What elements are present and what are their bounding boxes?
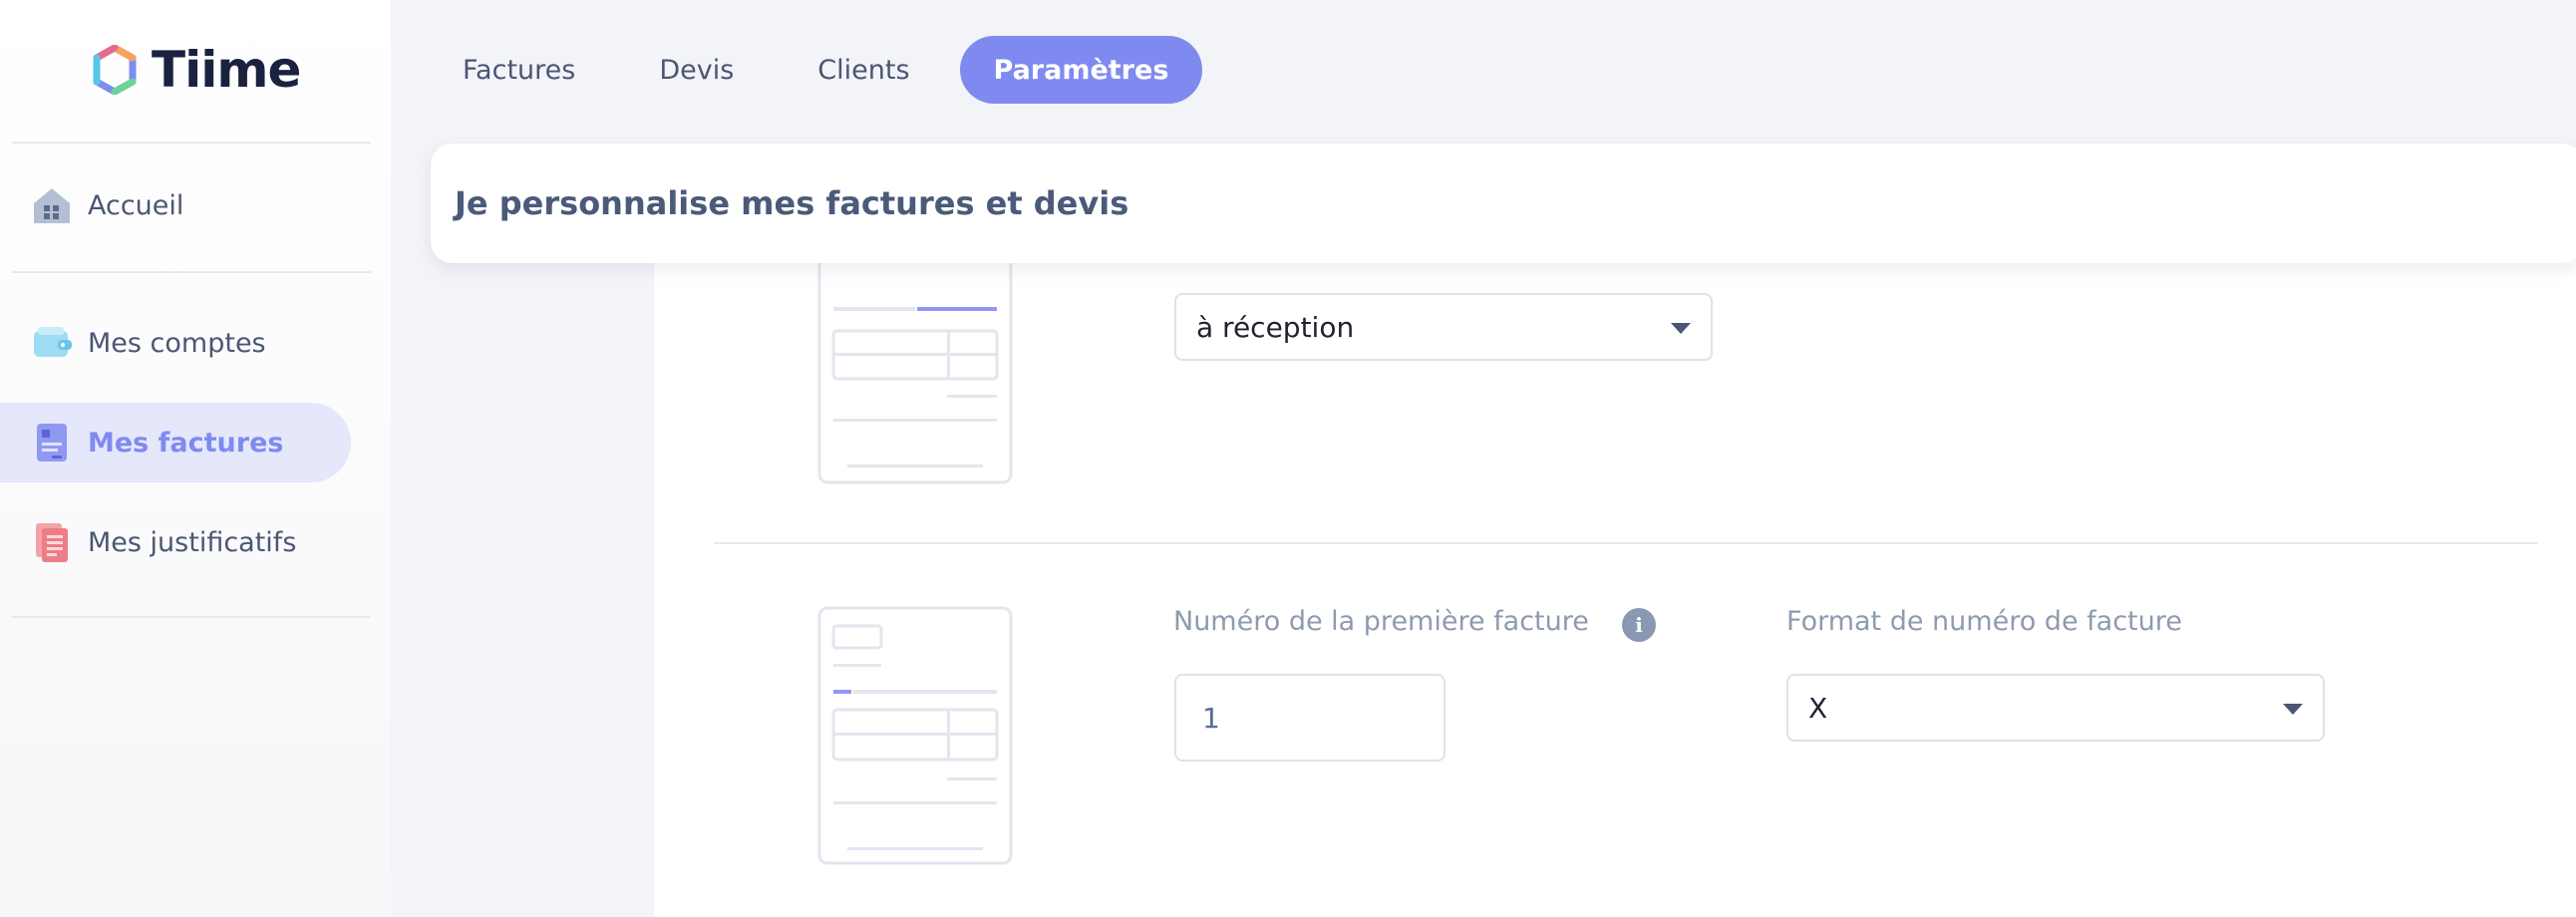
payment-terms-select[interactable]: à réception	[1174, 293, 1713, 361]
wallet-icon	[34, 327, 72, 357]
first-invoice-number-label: Numéro de la première facture	[1173, 606, 1589, 637]
invoice-number-format-select[interactable]: X	[1786, 674, 2325, 742]
payment-terms-value: à réception	[1196, 310, 1355, 344]
info-icon[interactable]: i	[1622, 608, 1656, 642]
chevron-down-icon	[1671, 323, 1691, 334]
first-invoice-number-input[interactable]: 1	[1174, 674, 1446, 762]
sidebar-item-label: Accueil	[88, 189, 184, 221]
tab-clients[interactable]: Clients	[784, 36, 943, 104]
sidebar-divider	[12, 271, 371, 273]
sidebar-item-mes-factures[interactable]: Mes factures	[0, 403, 351, 482]
sidebar-divider	[12, 142, 371, 144]
sidebar-item-label: Mes justificatifs	[88, 526, 297, 558]
invoice-number-format-label: Format de numéro de facture	[1786, 606, 2182, 637]
tab-factures[interactable]: Factures	[429, 36, 609, 104]
chevron-down-icon	[2283, 704, 2303, 715]
logo-text: Tiime	[152, 41, 301, 99]
home-icon	[34, 188, 70, 223]
sidebar-divider	[12, 616, 371, 618]
invoice-number-format-value: X	[1808, 691, 1828, 725]
receipt-icon	[36, 523, 68, 562]
invoice-preview-thumbnail	[817, 249, 1013, 484]
sidebar-item-accueil[interactable]: Accueil	[0, 165, 351, 245]
sidebar: Tiime Accueil Mes comptes Mes factures M…	[0, 0, 391, 917]
tab-parametres[interactable]: Paramètres	[959, 36, 1203, 104]
app-logo[interactable]: Tiime	[92, 38, 301, 102]
sidebar-item-label: Mes factures	[88, 427, 284, 458]
sidebar-item-label: Mes comptes	[88, 327, 266, 359]
section-divider	[714, 542, 2538, 544]
page-title: Je personnalise mes factures et devis	[431, 144, 2576, 263]
invoice-icon	[37, 424, 67, 461]
sidebar-item-mes-justificatifs[interactable]: Mes justificatifs	[0, 502, 351, 582]
sidebar-item-mes-comptes[interactable]: Mes comptes	[0, 303, 351, 383]
top-tabs: Factures Devis Clients Paramètres	[429, 36, 1218, 104]
invoice-number-preview-thumbnail	[817, 606, 1013, 865]
tiime-logo-icon	[93, 45, 137, 95]
tab-devis[interactable]: Devis	[625, 36, 768, 104]
